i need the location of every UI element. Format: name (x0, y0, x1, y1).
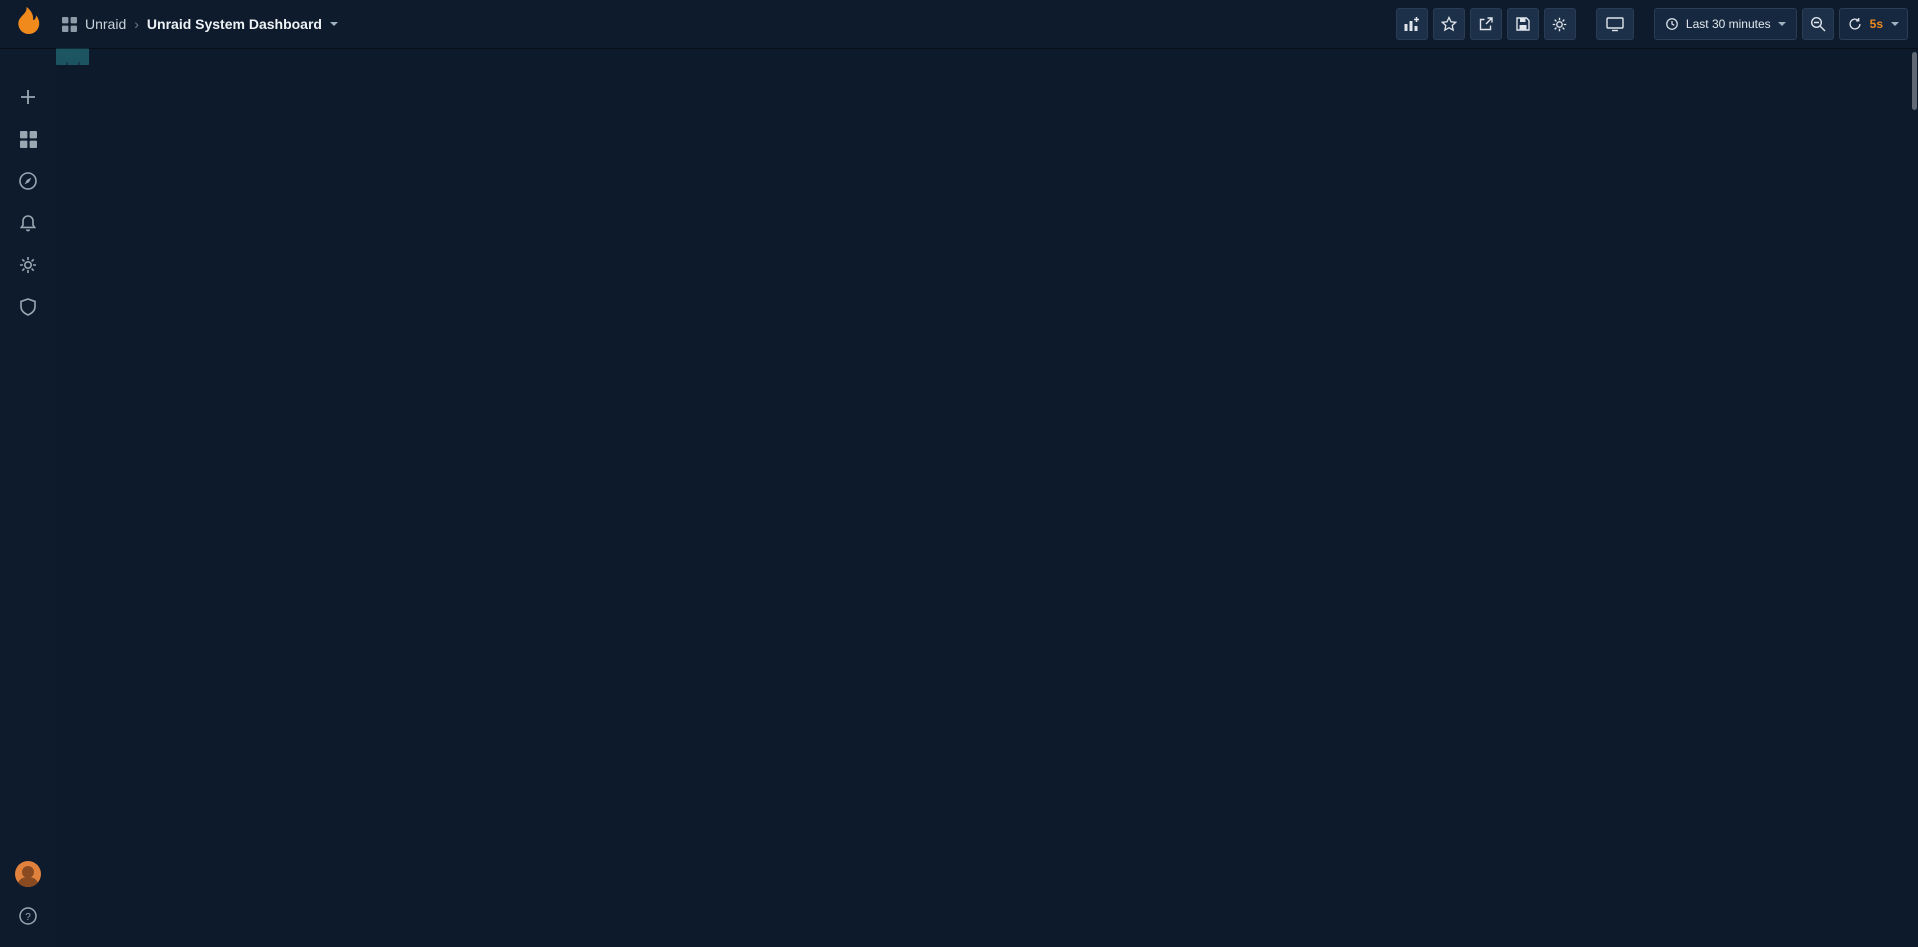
refresh-button[interactable]: 5s (1839, 8, 1908, 40)
page-scrollbar[interactable] (1912, 52, 1917, 110)
variable-currency[interactable]: Currency kr (78, 62, 80, 65)
refresh-caret-icon[interactable] (1891, 22, 1899, 26)
svg-text:?: ? (25, 912, 31, 923)
variable-label: Currency (79, 63, 80, 65)
save-button[interactable] (1507, 8, 1539, 40)
sidebar-item-help[interactable]: ? (5, 895, 51, 937)
tv-mode-button[interactable] (1596, 8, 1634, 40)
sidebar-item-dashboards[interactable] (5, 118, 51, 160)
dashboard-grid-icon (62, 17, 77, 32)
sidebar-item-profile[interactable] (5, 853, 51, 895)
refresh-interval-label[interactable]: 5s (1870, 17, 1883, 31)
sidebar-item-alerting[interactable] (5, 202, 51, 244)
time-range-picker[interactable]: Last 30 minutes (1654, 8, 1797, 40)
breadcrumb-folder[interactable]: Unraid (85, 16, 126, 32)
sidebar-item-configuration[interactable] (5, 244, 51, 286)
variable-label: kWh Price (67, 63, 68, 65)
zoom-out-button[interactable] (1802, 8, 1834, 40)
sidebar-item-server-admin[interactable] (5, 286, 51, 328)
time-range-caret-icon (1778, 22, 1786, 26)
dashboard-settings-button[interactable] (1544, 8, 1576, 40)
share-button[interactable] (1470, 8, 1502, 40)
add-panel-button[interactable] (1396, 8, 1428, 40)
time-range-label: Last 30 minutes (1686, 17, 1771, 31)
dashboard-canvas: kWh Price 0.65 Currency kr UPS Max Outpu… (56, 48, 89, 65)
sidebar-item-explore[interactable] (5, 160, 51, 202)
nav-actions: Last 30 minutes 5s (1396, 8, 1908, 40)
dashboard-title-caret-icon[interactable] (330, 22, 338, 26)
grafana-logo-icon[interactable] (14, 7, 48, 41)
dashboard-title[interactable]: Unraid System Dashboard (147, 16, 322, 32)
variable-kwh-price[interactable]: kWh Price 0.65 (66, 62, 68, 65)
grafana-app: Unraid › Unraid System Dashboard (0, 0, 1918, 947)
breadcrumb: Unraid › Unraid System Dashboard (62, 16, 338, 32)
user-avatar (15, 861, 41, 887)
sidebar: ? (0, 48, 56, 947)
sidebar-item-create[interactable] (5, 76, 51, 118)
sidebar-bottom: ? (5, 853, 51, 937)
star-button[interactable] (1433, 8, 1465, 40)
template-variables-row: kWh Price 0.65 Currency kr UPS Max Outpu… (66, 62, 79, 65)
breadcrumb-separator: › (134, 16, 139, 32)
top-nav: Unraid › Unraid System Dashboard (0, 0, 1918, 48)
